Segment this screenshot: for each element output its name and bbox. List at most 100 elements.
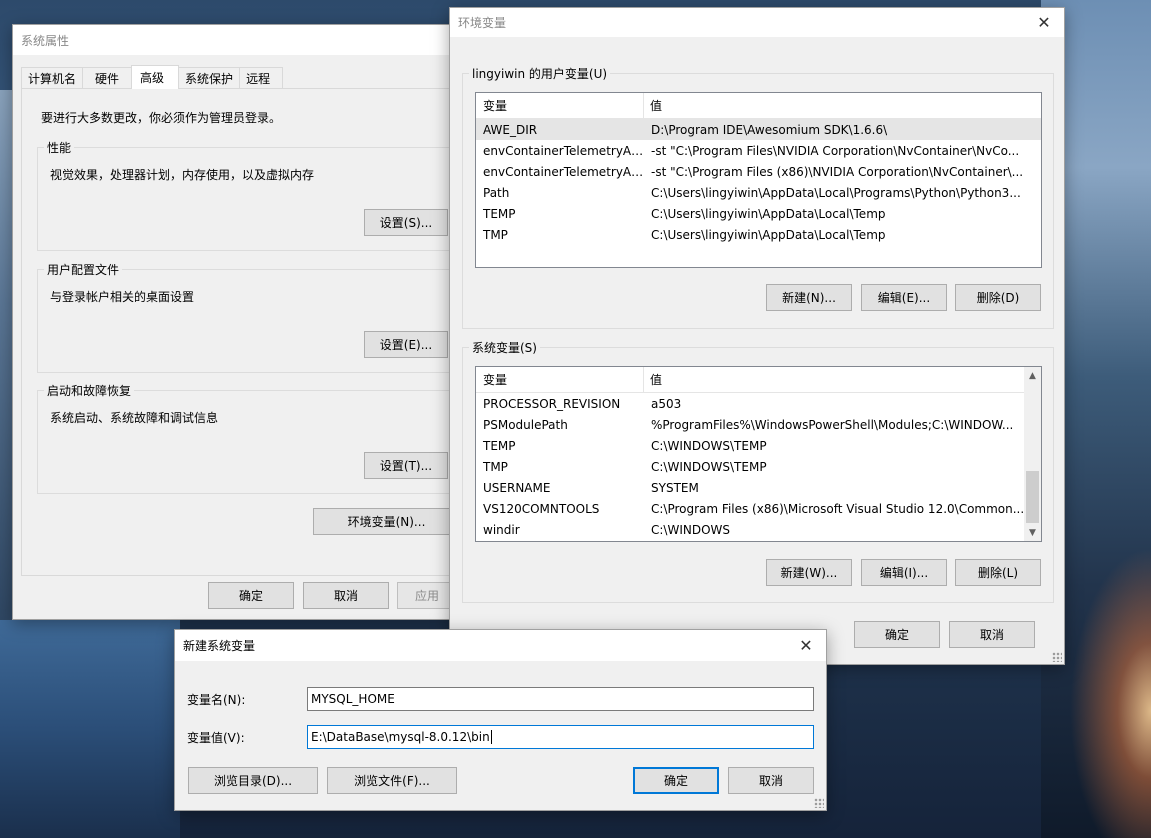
close-icon[interactable]: ✕ [786, 631, 826, 661]
system-properties-titlebar[interactable]: 系统属性 [13, 25, 459, 55]
variable-name: envContainerTelemetryAp... [483, 164, 644, 179]
system-variables-list[interactable]: 变量 值 PROCESSOR_REVISION a503 PSModulePat… [475, 366, 1042, 542]
system-variables-label: 系统变量(S) [469, 339, 540, 356]
system-properties-window: 系统属性 计算机名 硬件 高级 系统保护 远程 要进行大多数更改，你必须作为管理… [12, 24, 467, 620]
user-profiles-desc: 与登录帐户相关的桌面设置 [50, 290, 195, 304]
variable-value: a503 [651, 396, 682, 411]
variable-value: SYSTEM [651, 480, 699, 495]
window-title: 系统属性 [21, 33, 70, 48]
chevron-down-icon[interactable]: ▼ [1024, 524, 1041, 541]
variable-value: C:\Program Files (x86)\Microsoft Visual … [651, 501, 1025, 516]
startup-recovery-desc: 系统启动、系统故障和调试信息 [50, 411, 219, 425]
performance-desc: 视觉效果，处理器计划，内存使用，以及虚拟内存 [50, 168, 315, 182]
variable-value: D:\Program IDE\Awesomium SDK\1.6.6\ [651, 122, 888, 137]
variable-name: AWE_DIR [483, 122, 538, 137]
list-item[interactable]: VS120COMNTOOLS C:\Program Files (x86)\Mi… [476, 498, 1026, 519]
user-variables-group: lingyiwin 的用户变量(U) 变量 值 AWE_DIR D:\Progr… [462, 65, 1054, 329]
column-value[interactable]: 值 [644, 371, 662, 388]
user-new-button[interactable]: 新建(N)... [766, 284, 852, 311]
user-delete-button[interactable]: 删除(D) [955, 284, 1041, 311]
column-variable[interactable]: 变量 [476, 93, 644, 118]
variable-name: windir [483, 522, 520, 537]
environment-variables-button[interactable]: 环境变量(N)... [313, 508, 460, 535]
variable-value-text: E:\DataBase\mysql-8.0.12\bin [311, 730, 490, 744]
performance-label: 性能 [44, 139, 75, 156]
tab-computer-name[interactable]: 计算机名 [21, 67, 84, 89]
list-item[interactable]: windir C:\WINDOWS [476, 519, 1026, 540]
list-item[interactable]: TEMP C:\Users\lingyiwin\AppData\Local\Te… [476, 203, 1041, 224]
list-header: 变量 值 [476, 367, 1026, 393]
ok-button[interactable]: 确定 [208, 582, 294, 609]
user-variables-list[interactable]: 变量 值 AWE_DIR D:\Program IDE\Awesomium SD… [475, 92, 1042, 268]
ok-button[interactable]: 确定 [854, 621, 940, 648]
variable-value: C:\WINDOWS\TEMP [651, 438, 767, 453]
list-item[interactable]: USERNAME SYSTEM [476, 477, 1026, 498]
tab-strip: 计算机名 硬件 高级 系统保护 远程 [21, 65, 284, 89]
performance-group: 性能 视觉效果，处理器计划，内存使用，以及虚拟内存 设置(S)... [37, 139, 467, 251]
variable-name: PSModulePath [483, 417, 568, 432]
browse-file-button[interactable]: 浏览文件(F)... [327, 767, 457, 794]
resize-grip[interactable] [814, 798, 824, 808]
variable-name-label: 变量名(N): [187, 693, 246, 707]
variable-value-field[interactable]: E:\DataBase\mysql-8.0.12\bin [307, 725, 814, 749]
variable-name-field[interactable]: MYSQL_HOME [307, 687, 814, 711]
window-title: 环境变量 [458, 16, 507, 30]
list-item[interactable]: envContainerTelemetryAp... -st "C:\Progr… [476, 161, 1041, 182]
system-variables-scrollbar[interactable]: ▲ ▼ [1024, 367, 1041, 541]
column-variable[interactable]: 变量 [476, 367, 644, 392]
list-item[interactable]: AWE_DIR D:\Program IDE\Awesomium SDK\1.6… [476, 119, 1041, 140]
variable-name: VS120COMNTOOLS [483, 501, 600, 516]
advanced-tab-panel: 要进行大多数更改，你必须作为管理员登录。 性能 视觉效果，处理器计划，内存使用，… [21, 88, 467, 576]
startup-recovery-settings-button[interactable]: 设置(T)... [364, 452, 448, 479]
chevron-up-icon[interactable]: ▲ [1024, 367, 1041, 384]
browse-directory-button[interactable]: 浏览目录(D)... [188, 767, 318, 794]
wallpaper-road-lights [1056, 520, 1151, 838]
window-title: 新建系统变量 [183, 639, 256, 653]
variable-value: C:\WINDOWS [651, 522, 731, 537]
system-delete-button[interactable]: 删除(L) [955, 559, 1041, 586]
wallpaper-lake [0, 620, 180, 838]
variable-name: TMP [483, 227, 508, 242]
tab-advanced[interactable]: 高级 [131, 65, 180, 89]
environment-variables-titlebar[interactable]: 环境变量 ✕ [450, 8, 1064, 37]
list-item[interactable]: PROCESSOR_REVISION a503 [476, 393, 1026, 414]
resize-grip[interactable] [1052, 652, 1062, 662]
tab-remote[interactable]: 远程 [239, 67, 284, 89]
cancel-button[interactable]: 取消 [303, 582, 389, 609]
column-value[interactable]: 值 [644, 97, 662, 114]
list-item[interactable]: envContainerTelemetryAp... -st "C:\Progr… [476, 140, 1041, 161]
list-item[interactable]: PSModulePath %ProgramFiles%\WindowsPower… [476, 414, 1026, 435]
variable-value: C:\WINDOWS\TEMP [651, 459, 767, 474]
cancel-button[interactable]: 取消 [728, 767, 814, 794]
system-new-button[interactable]: 新建(W)... [766, 559, 852, 586]
variable-value: C:\Users\lingyiwin\AppData\Local\Program… [651, 185, 1021, 200]
new-variable-titlebar[interactable]: 新建系统变量 ✕ [175, 630, 826, 661]
new-system-variable-dialog: 新建系统变量 ✕ 变量名(N): MYSQL_HOME 变量值(V): E:\D… [174, 629, 827, 811]
list-item[interactable]: TMP C:\WINDOWS\TEMP [476, 456, 1026, 477]
environment-variables-window: 环境变量 ✕ lingyiwin 的用户变量(U) 变量 值 AWE_DIR D… [449, 7, 1065, 665]
startup-recovery-label: 启动和故障恢复 [44, 382, 135, 399]
apply-button[interactable]: 应用 [397, 582, 457, 609]
text-caret [490, 730, 492, 744]
close-icon[interactable]: ✕ [1024, 8, 1064, 38]
startup-recovery-group: 启动和故障恢复 系统启动、系统故障和调试信息 设置(T)... [37, 382, 467, 494]
variable-name: TMP [483, 459, 508, 474]
user-profiles-settings-button[interactable]: 设置(E)... [364, 331, 448, 358]
performance-settings-button[interactable]: 设置(S)... [364, 209, 448, 236]
system-edit-button[interactable]: 编辑(I)... [861, 559, 947, 586]
list-item[interactable]: TEMP C:\WINDOWS\TEMP [476, 435, 1026, 456]
ok-button[interactable]: 确定 [633, 767, 719, 794]
list-item[interactable]: Path C:\Users\lingyiwin\AppData\Local\Pr… [476, 182, 1041, 203]
variable-name-text: MYSQL_HOME [311, 692, 395, 706]
list-item[interactable]: TMP C:\Users\lingyiwin\AppData\Local\Tem… [476, 224, 1041, 245]
variable-value: -st "C:\Program Files\NVIDIA Corporation… [651, 143, 1020, 158]
tab-system-protection[interactable]: 系统保护 [178, 67, 241, 89]
scrollbar-thumb[interactable] [1026, 471, 1039, 523]
variable-name: PROCESSOR_REVISION [483, 396, 621, 411]
tab-hardware[interactable]: 硬件 [82, 67, 133, 89]
variable-name: Path [483, 185, 510, 200]
variable-name: TEMP [483, 438, 516, 453]
variable-name: TEMP [483, 206, 516, 221]
user-edit-button[interactable]: 编辑(E)... [861, 284, 947, 311]
cancel-button[interactable]: 取消 [949, 621, 1035, 648]
